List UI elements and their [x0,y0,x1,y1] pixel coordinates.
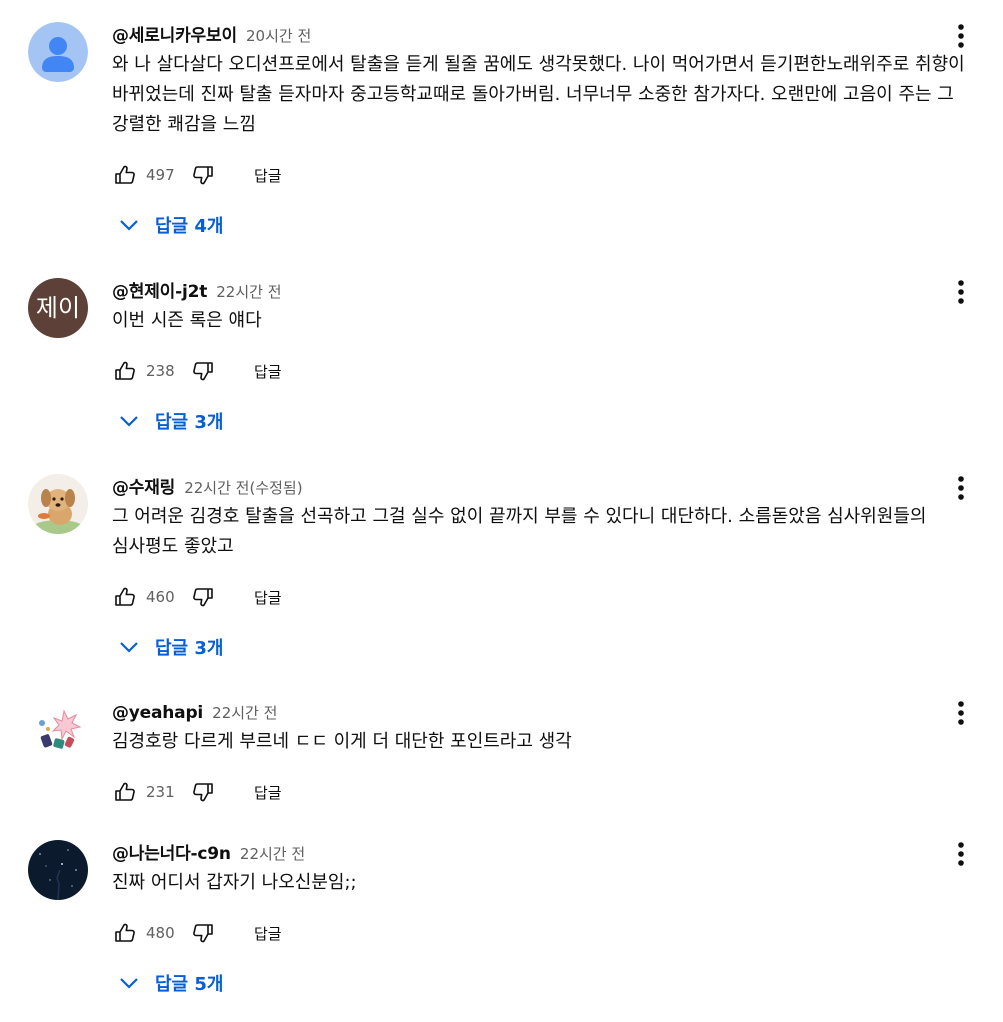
comment-text: 김경호랑 다르게 부르네 ㄷㄷ 이게 더 대단한 포인트라고 생각 [112,731,572,752]
dislike-button[interactable] [190,920,216,946]
author-name[interactable]: @세로니카우보이 [112,26,237,46]
comment-header: @수재링 22시간 전(수정됨) [112,474,992,502]
illustration-avatar [28,699,88,759]
chevron-down-icon [120,416,138,427]
comment-header: @나는너다-c9n 22시간 전 [112,840,992,868]
default-user-icon [28,22,88,82]
thumbs-down-icon [193,166,213,185]
comment-body: @현제이-j2t 22시간 전 이번 시즌 록은 얘다 238 답글 답글 3개 [112,278,992,436]
chevron-down-icon [120,978,138,989]
like-button[interactable] [112,162,138,188]
view-replies-button[interactable]: 답글 4개 [112,210,252,240]
more-vert-icon [958,701,964,725]
comment-actions: 480 답글 [112,918,992,948]
dislike-button[interactable] [190,358,216,384]
avatar[interactable]: 제이 [28,278,88,338]
comment-actions: 497 답글 [112,160,992,190]
like-count: 238 [146,362,175,380]
avatar[interactable] [28,699,88,759]
replies-count-label: 답글 5개 [155,974,224,995]
more-actions-button[interactable] [949,840,973,868]
comment-body: @yeahapi 22시간 전 김경호랑 다르게 부르네 ㄷㄷ 이게 더 대단한… [112,699,992,807]
author-name[interactable]: @yeahapi [112,703,203,723]
thumbs-up-icon [115,587,135,606]
author-name[interactable]: @수재링 [112,478,175,498]
more-vert-icon [958,24,964,48]
timestamp[interactable]: 22시간 전 [216,283,281,301]
avatar[interactable] [28,840,88,900]
view-replies-button[interactable]: 답글 3개 [112,632,252,662]
dislike-button[interactable] [190,162,216,188]
like-button[interactable] [112,779,138,805]
replies-count-label: 답글 3개 [155,412,224,433]
timestamp[interactable]: 22시간 전 [212,704,277,722]
like-count: 480 [146,924,175,942]
night-sky-photo [28,840,88,900]
like-count: 460 [146,588,175,606]
timestamp[interactable]: 20시간 전 [246,27,311,45]
thumbs-down-icon [193,588,213,607]
like-button[interactable] [112,358,138,384]
author-name[interactable]: @나는너다-c9n [112,844,231,864]
thumbs-down-icon [193,924,213,943]
thumbs-down-icon [193,783,213,802]
view-replies-button[interactable]: 답글 3개 [112,406,252,436]
reply-button[interactable]: 답글 [254,923,282,944]
thumbs-up-icon [115,361,135,380]
like-button[interactable] [112,920,138,946]
timestamp[interactable]: 22시간 전 [240,845,305,863]
timestamp[interactable]: 22시간 전(수정됨) [184,479,302,497]
thumbs-up-icon [115,165,135,184]
more-actions-button[interactable] [949,699,973,727]
more-actions-button[interactable] [949,278,973,306]
reply-button[interactable]: 답글 [254,165,282,186]
dislike-button[interactable] [190,584,216,610]
comment-text: 와 나 살다살다 오디션프로에서 탈출을 듣게 될줄 꿈에도 생각못했다. 나이… [112,54,965,135]
replies-count-label: 답글 4개 [155,216,224,237]
comment-body: @세로니카우보이 20시간 전 와 나 살다살다 오디션프로에서 탈출을 듣게 … [112,22,992,240]
comment-header: @yeahapi 22시간 전 [112,699,992,727]
more-actions-button[interactable] [949,474,973,502]
dislike-button[interactable] [190,779,216,805]
like-count: 497 [146,166,175,184]
comment-header: @현제이-j2t 22시간 전 [112,278,992,306]
comment-actions: 460 답글 [112,582,992,612]
puppy-photo [28,474,88,534]
more-actions-button[interactable] [949,22,973,50]
comment-body: @나는너다-c9n 22시간 전 진짜 어디서 갑자기 나오신분임;; 480 … [112,840,992,998]
reply-button[interactable]: 답글 [254,782,282,803]
comment-actions: 231 답글 [112,777,992,807]
thumbs-up-icon [115,782,135,801]
avatar[interactable] [28,22,88,82]
avatar[interactable] [28,474,88,534]
more-vert-icon [958,280,964,304]
comment-body: @수재링 22시간 전(수정됨) 그 어려운 김경호 탈출을 선곡하고 그걸 실… [112,474,992,662]
like-button[interactable] [112,584,138,610]
avatar-letters: 제이 [28,278,88,338]
comment-text: 이번 시즌 록은 얘다 [112,310,262,331]
comment-text: 그 어려운 김경호 탈출을 선곡하고 그걸 실수 없이 끝까지 부를 수 있다니… [112,506,927,557]
like-count: 231 [146,783,175,801]
more-vert-icon [958,842,964,866]
chevron-down-icon [120,220,138,231]
more-vert-icon [958,476,964,500]
comment-text: 진짜 어디서 갑자기 나오신분임;; [112,872,357,893]
comment-actions: 238 답글 [112,356,992,386]
reply-button[interactable]: 답글 [254,587,282,608]
author-name[interactable]: @현제이-j2t [112,282,207,302]
thumbs-down-icon [193,362,213,381]
view-replies-button[interactable]: 답글 5개 [112,968,252,998]
reply-button[interactable]: 답글 [254,361,282,382]
comment-header: @세로니카우보이 20시간 전 [112,22,992,50]
chevron-down-icon [120,642,138,653]
replies-count-label: 답글 3개 [155,638,224,659]
thumbs-up-icon [115,923,135,942]
